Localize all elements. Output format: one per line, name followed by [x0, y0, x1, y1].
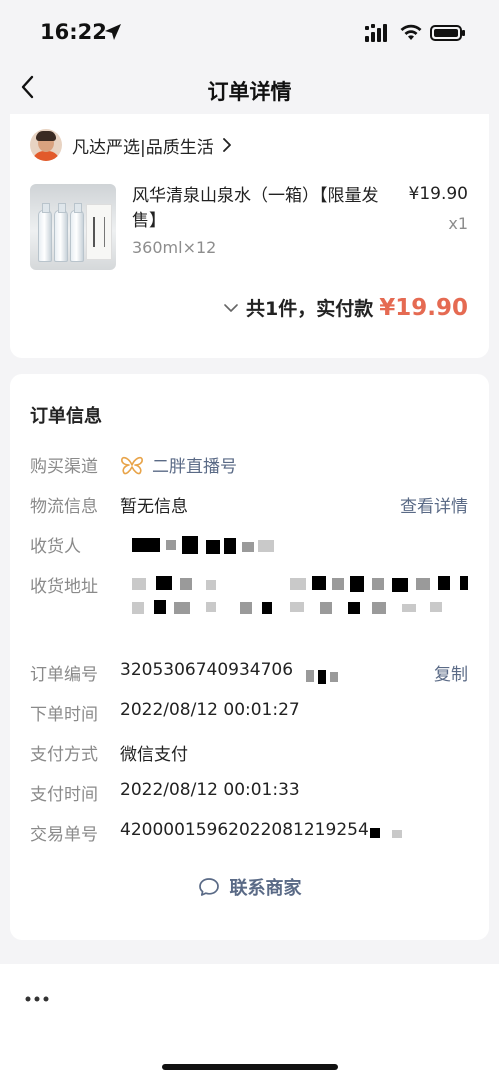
- contact-merchant-label: 联系商家: [229, 878, 302, 899]
- chevron-down-icon: [224, 303, 238, 312]
- recipient-label: 收货人: [30, 537, 81, 557]
- copy-button[interactable]: 复制: [434, 660, 468, 685]
- product-price: ¥19.90: [408, 184, 468, 204]
- battery-icon: [430, 25, 465, 41]
- total-label: 共1件，实付款: [246, 298, 374, 320]
- logistics-value: 暂无信息: [120, 497, 188, 517]
- product-thumbnail[interactable]: [30, 184, 116, 270]
- logistics-label: 物流信息: [30, 497, 98, 517]
- page-title: 订单详情: [207, 80, 292, 104]
- chevron-right-icon: [222, 138, 231, 152]
- shop-link[interactable]: 凡达严选|品质生活: [30, 128, 232, 162]
- order-time-label: 下单时间: [30, 705, 98, 725]
- cellular-signal-icon: [365, 24, 387, 42]
- channel-label: 购买渠道: [30, 457, 98, 477]
- channel-name: 二胖直播号: [152, 457, 237, 477]
- status-time: 16:22: [40, 20, 107, 44]
- shop-avatar: [30, 129, 62, 161]
- butterfly-icon: [121, 456, 143, 474]
- section-title: 订单信息: [30, 406, 102, 427]
- total-amount: ¥19.90: [379, 295, 468, 321]
- chat-bubble-icon: [198, 878, 219, 896]
- order-number-label: 订单编号: [30, 665, 98, 685]
- channel-value[interactable]: 二胖直播号: [120, 452, 237, 477]
- contact-merchant-button[interactable]: 联系商家: [10, 874, 489, 900]
- nav-bar: 订单详情: [0, 62, 499, 114]
- more-dots-icon[interactable]: [24, 994, 50, 1004]
- transaction-number-label: 交易单号: [30, 825, 98, 845]
- order-number-value: 3205306740934706: [120, 660, 294, 680]
- view-details-link[interactable]: 查看详情: [400, 492, 468, 517]
- location-arrow-icon: [105, 24, 121, 40]
- order-time-value: 2022/08/12 00:01:27: [120, 700, 300, 720]
- payment-method-label: 支付方式: [30, 745, 98, 765]
- product-card: 凡达严选|品质生活 风华清泉山泉水（一箱）【限量发售】 360ml×12 ¥19…: [10, 114, 489, 358]
- home-indicator: [162, 1064, 338, 1070]
- transaction-number-value: 42000015962022081219254: [120, 820, 369, 840]
- payment-method-value: 微信支付: [120, 745, 188, 765]
- order-total[interactable]: 共1件，实付款 ¥19.90: [224, 294, 468, 321]
- product-spec: 360ml×12: [132, 238, 217, 257]
- payment-time-value: 2022/08/12 00:01:33: [120, 780, 300, 800]
- status-bar: 16:22: [0, 0, 499, 62]
- product-quantity: x1: [448, 214, 468, 233]
- address-label: 收货地址: [30, 577, 98, 597]
- order-info-card: 订单信息 购买渠道 二胖直播号 物流信息 暂无信息 查看详情 收货人 收货地址: [10, 374, 489, 940]
- wifi-icon: [400, 24, 422, 40]
- payment-time-label: 支付时间: [30, 785, 98, 805]
- shop-name: 凡达严选|品质生活: [72, 137, 214, 158]
- product-title[interactable]: 风华清泉山泉水（一箱）【限量发售】: [132, 184, 394, 234]
